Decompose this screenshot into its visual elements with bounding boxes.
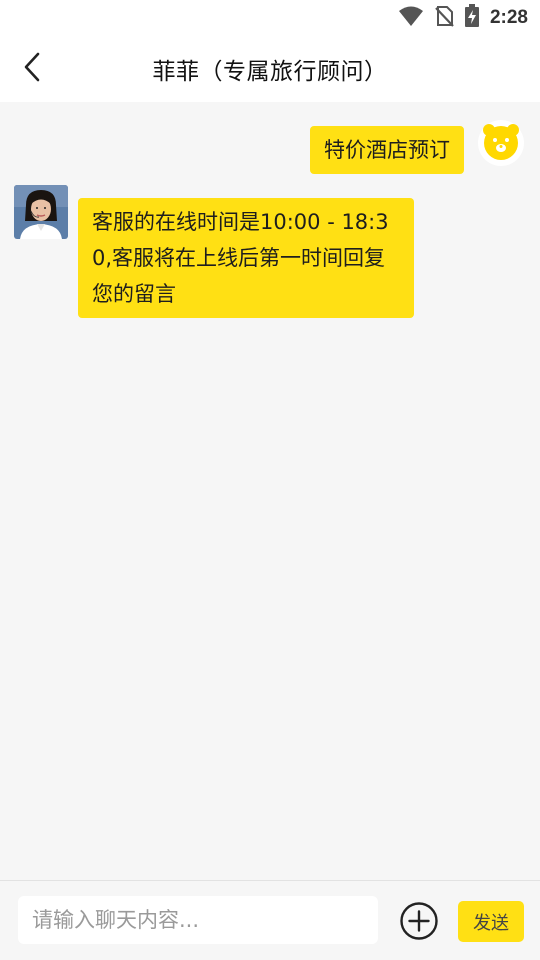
status-bar: 2:28 [0, 0, 540, 36]
wifi-icon [398, 5, 424, 31]
plus-circle-icon[interactable] [399, 901, 439, 941]
user-avatar[interactable] [478, 120, 524, 166]
message-bubble-incoming[interactable]: 客服的在线时间是10:00 - 18:30,客服将在上线后第一时间回复您的留言 [78, 198, 414, 318]
chat-area[interactable]: 特价酒店预订 客服的在线时间是10:00 - 18:30,客服将在上线后第一时间… [0, 102, 540, 880]
status-time: 2:28 [489, 7, 528, 28]
status-icons: 2:28 [398, 4, 528, 32]
bear-icon [479, 119, 523, 167]
agent-avatar[interactable] [14, 185, 68, 239]
battery-charging-icon [464, 4, 480, 32]
message-bubble-outgoing[interactable]: 特价酒店预订 [310, 126, 464, 174]
page-title: 菲菲（专属旅行顾问） [152, 59, 388, 85]
send-button[interactable]: 发送 [458, 901, 524, 942]
header: 菲菲（专属旅行顾问） [0, 36, 540, 102]
no-sim-icon [434, 5, 454, 31]
chat-input[interactable] [18, 896, 378, 944]
input-bar: 发送 [0, 880, 540, 960]
